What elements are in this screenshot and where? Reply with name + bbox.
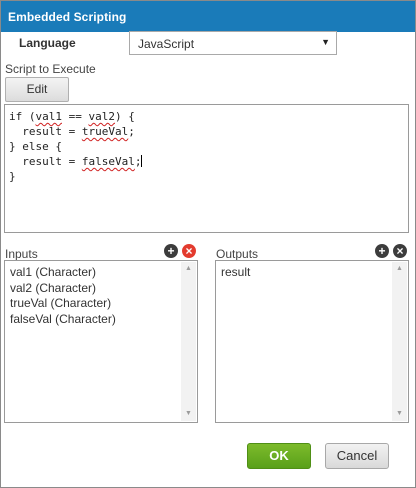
list-item[interactable]: falseVal (Character): [10, 312, 116, 328]
x-circle-icon: ×: [396, 244, 404, 258]
arrow-down-icon[interactable]: ▼: [392, 408, 407, 420]
list-item[interactable]: result: [221, 265, 250, 281]
dialog-title: Embedded Scripting: [8, 10, 127, 24]
inputs-label: Inputs: [5, 247, 38, 261]
arrow-down-icon[interactable]: ▼: [181, 408, 196, 420]
script-editor[interactable]: if (val1 == val2) { result = trueVal; } …: [4, 104, 409, 233]
language-select[interactable]: JavaScript ▼: [129, 31, 337, 55]
code-line: result = trueVal;: [9, 125, 135, 138]
code-line: } else {: [9, 140, 62, 153]
code-token: val1: [35, 110, 63, 123]
code-token: trueVal: [81, 125, 129, 138]
language-select-value: JavaScript: [138, 37, 195, 51]
delete-input-button[interactable]: ×: [182, 244, 196, 258]
code-line: }: [9, 170, 16, 183]
script-label: Script to Execute: [5, 62, 96, 76]
delete-output-button[interactable]: ×: [393, 244, 407, 258]
dialog-titlebar[interactable]: Embedded Scripting: [1, 1, 415, 32]
cancel-button[interactable]: Cancel: [325, 443, 389, 469]
add-output-button[interactable]: +: [375, 244, 389, 258]
text-cursor: [141, 155, 143, 167]
outputs-items: result: [221, 265, 250, 281]
code-line: if (val1 == val2) {: [9, 110, 135, 123]
code-token: val2: [88, 110, 116, 123]
arrow-up-icon[interactable]: ▲: [181, 263, 196, 275]
outputs-scrollbar[interactable]: ▲ ▼: [392, 262, 407, 421]
arrow-up-icon[interactable]: ▲: [392, 263, 407, 275]
ok-button[interactable]: OK: [247, 443, 311, 469]
caret-down-icon: ▼: [321, 37, 330, 47]
add-input-button[interactable]: +: [164, 244, 178, 258]
list-item[interactable]: trueVal (Character): [10, 296, 116, 312]
inputs-scrollbar[interactable]: ▲ ▼: [181, 262, 196, 421]
plus-circle-icon: +: [378, 244, 386, 258]
outputs-label: Outputs: [216, 247, 259, 261]
x-circle-icon: ×: [185, 244, 193, 258]
plus-circle-icon: +: [167, 244, 175, 258]
list-item[interactable]: val1 (Character): [10, 265, 116, 281]
inputs-items: val1 (Character) val2 (Character) trueVa…: [10, 265, 116, 327]
list-item[interactable]: val2 (Character): [10, 281, 116, 297]
language-label: Language: [19, 36, 76, 50]
edit-button[interactable]: Edit: [5, 77, 69, 102]
embedded-scripting-dialog: Embedded Scripting Language JavaScript ▼…: [0, 0, 416, 488]
outputs-list[interactable]: result ▲ ▼: [215, 260, 409, 423]
code-line: result = falseVal;: [9, 155, 143, 168]
code-token: falseVal: [81, 155, 135, 168]
inputs-list[interactable]: val1 (Character) val2 (Character) trueVa…: [4, 260, 198, 423]
